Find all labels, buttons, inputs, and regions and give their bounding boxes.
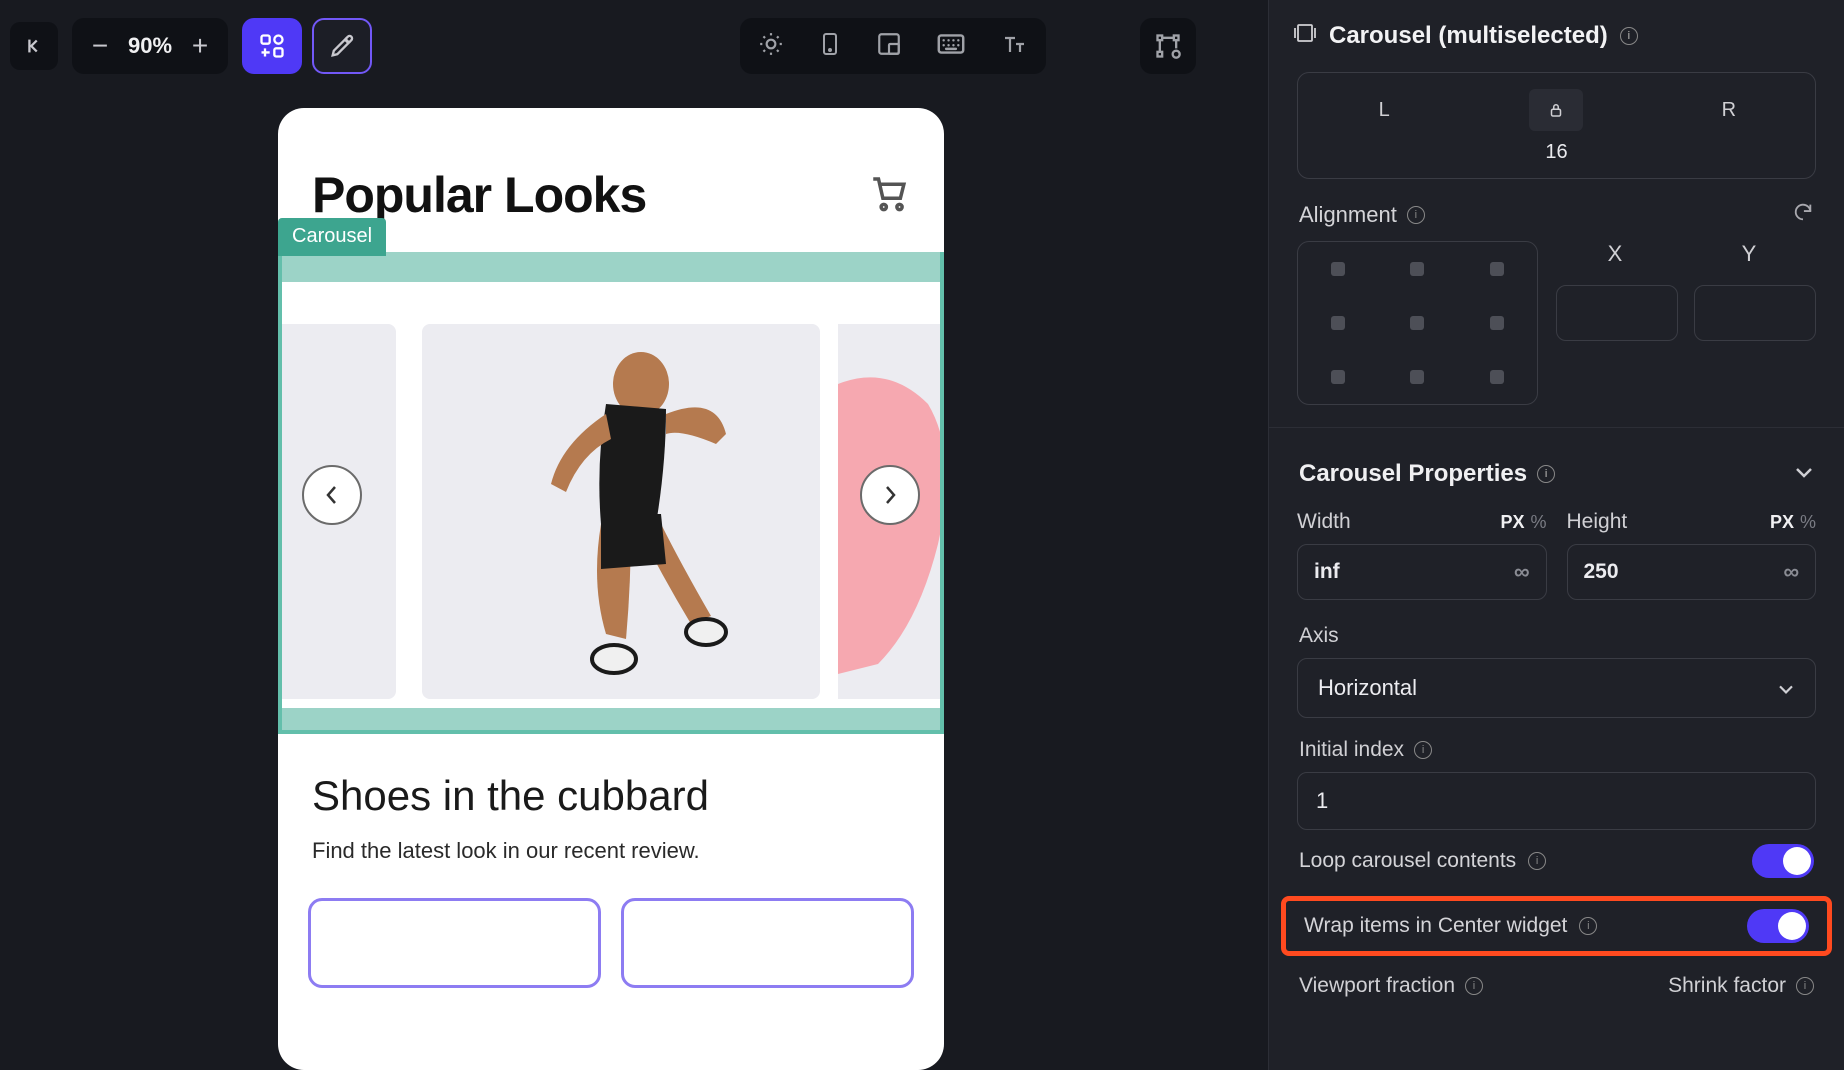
transform-settings-button[interactable] [1140,18,1196,74]
collapse-sidebar-button[interactable] [10,22,58,70]
initial-index-label: Initial index [1299,738,1404,762]
paint-mode-button[interactable] [312,18,372,74]
height-unit-pct[interactable]: % [1800,512,1816,533]
loop-toggle[interactable] [1752,844,1814,878]
chevron-down-icon [1777,675,1795,701]
wrap-center-highlighted-row: Wrap items in Center widget i [1281,896,1832,956]
info-icon[interactable]: i [1620,27,1638,45]
padding-value: 16 [1298,141,1815,164]
wrap-center-label: Wrap items in Center widget [1304,914,1567,938]
padding-lock-button[interactable] [1529,89,1583,131]
height-input[interactable]: 250∞ [1567,544,1817,600]
height-label: Height [1567,510,1628,534]
y-label: Y [1690,241,1808,267]
info-icon[interactable]: i [1537,465,1555,483]
height-unit-px[interactable]: PX [1770,512,1794,533]
padding-right-button[interactable]: R [1702,89,1756,131]
width-unit-pct[interactable]: % [1530,512,1546,533]
panel-title: Carousel (multiselected) [1329,22,1608,50]
infinity-icon: ∞ [1514,559,1530,585]
y-position-input[interactable] [1694,285,1816,341]
alignment-grid[interactable] [1297,241,1538,405]
info-icon[interactable]: i [1796,977,1814,995]
canvas-preview: Popular Looks Carousel [278,108,944,1070]
reset-alignment-button[interactable] [1792,201,1814,229]
card-placeholder[interactable] [621,898,914,988]
zoom-out-button[interactable]: − [88,30,112,62]
device-toolbar [740,18,1046,74]
padding-left-button[interactable]: L [1357,89,1411,131]
width-label: Width [1297,510,1351,534]
shrink-factor-label: Shrink factor [1668,974,1786,998]
device-mobile-icon[interactable] [818,29,842,64]
infinity-icon: ∞ [1783,559,1799,585]
widgets-mode-button[interactable] [242,18,302,74]
keyboard-icon[interactable] [936,33,966,60]
carousel-props-title: Carousel Properties [1299,460,1527,488]
chevron-down-icon[interactable] [1794,465,1814,484]
device-tablet-icon[interactable] [876,31,902,62]
info-icon[interactable]: i [1528,852,1546,870]
width-input[interactable]: inf∞ [1297,544,1547,600]
carousel-slide-active [422,324,820,699]
text-size-icon[interactable] [1000,32,1028,61]
carousel-prev-button[interactable] [302,465,362,525]
alignment-label: Alignment [1299,202,1397,228]
brightness-icon[interactable] [758,31,784,62]
lrr-padding-box: L R 16 [1297,72,1816,179]
carousel-next-button[interactable] [860,465,920,525]
cart-icon[interactable] [868,172,910,219]
loop-contents-label: Loop carousel contents [1299,849,1516,873]
card-placeholder[interactable] [308,898,601,988]
properties-panel: Carousel (multiselected) i L R 16 Alignm… [1268,0,1844,1070]
carousel-header-icon [1293,22,1317,50]
info-icon[interactable]: i [1407,206,1425,224]
page-title: Popular Looks [312,166,646,224]
zoom-group: − 90% + [72,18,228,74]
width-unit-px[interactable]: PX [1500,512,1524,533]
axis-dropdown[interactable]: Horizontal [1297,658,1816,718]
zoom-in-button[interactable]: + [188,30,212,62]
viewport-fraction-label: Viewport fraction [1299,974,1455,998]
x-label: X [1556,241,1674,267]
section-subtitle: Find the latest look in our recent revie… [312,838,910,864]
initial-index-input[interactable]: 1 [1297,772,1816,830]
axis-label: Axis [1269,606,1844,658]
info-icon[interactable]: i [1414,741,1432,759]
section-heading: Shoes in the cubbard [312,772,910,820]
x-position-input[interactable] [1556,285,1678,341]
zoom-value: 90% [128,33,172,59]
widget-tag: Carousel [278,218,386,256]
carousel-widget[interactable]: Carousel [278,252,944,734]
info-icon[interactable]: i [1579,917,1597,935]
info-icon[interactable]: i [1465,977,1483,995]
wrap-center-toggle[interactable] [1747,909,1809,943]
